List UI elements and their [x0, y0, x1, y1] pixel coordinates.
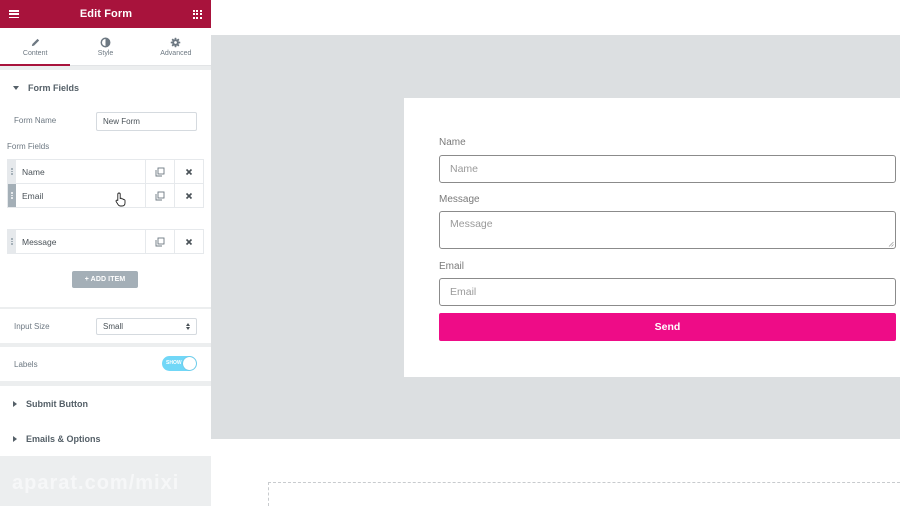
labels-label: Labels	[14, 360, 38, 369]
remove-icon[interactable]	[174, 184, 203, 207]
tab-style-label: Style	[97, 50, 114, 57]
repeater-item[interactable]: Email	[7, 183, 204, 208]
repeater-item[interactable]: Message	[7, 229, 204, 254]
contrast-icon	[100, 36, 111, 48]
caret-right-icon	[13, 435, 17, 442]
editor-panel: Edit Form Content Style Advanced Form Fi…	[0, 0, 211, 506]
tab-advanced-label: Advanced	[160, 50, 192, 57]
tab-advanced[interactable]: Advanced	[141, 28, 211, 65]
remove-icon[interactable]	[174, 160, 203, 183]
section-submit-button-title: Submit Button	[26, 398, 88, 409]
watermark-text: aparat.com/mixi	[12, 472, 180, 494]
labels-toggle-switch[interactable]: SHOW	[162, 356, 197, 371]
section-emails-options-title: Emails & Options	[26, 433, 101, 444]
dropzone-edge	[268, 482, 269, 506]
email-field-label: Email	[439, 261, 465, 272]
tab-style[interactable]: Style	[70, 28, 140, 65]
tab-content[interactable]: Content	[0, 28, 71, 66]
panel-title: Edit Form	[79, 8, 133, 20]
drag-handle-icon[interactable]	[8, 184, 16, 207]
duplicate-icon[interactable]	[145, 230, 174, 253]
name-input[interactable]: Name	[439, 155, 896, 183]
section-form-fields-header[interactable]: Form Fields	[0, 70, 211, 105]
gear-icon	[170, 36, 181, 48]
input-size-select[interactable]: Small	[96, 318, 197, 335]
hand-cursor-icon	[115, 192, 127, 212]
duplicate-icon[interactable]	[145, 160, 174, 183]
add-item-button[interactable]: + ADD ITEM	[72, 271, 138, 288]
form-name-input[interactable]: New Form	[96, 112, 197, 131]
editor-window: Edit Form Content Style Advanced Form Fi…	[0, 0, 900, 506]
widgets-grid-icon[interactable]	[192, 9, 202, 19]
section-submit-button-header[interactable]: Submit Button	[0, 386, 211, 421]
input-size-value: Small	[103, 322, 124, 331]
input-size-label: Input Size	[14, 322, 50, 331]
send-button[interactable]: Send	[439, 313, 896, 341]
email-input[interactable]: Email	[439, 278, 896, 306]
message-textarea[interactable]: Message	[439, 211, 896, 249]
duplicate-icon[interactable]	[145, 184, 174, 207]
pencil-icon	[30, 36, 41, 48]
name-field-label: Name	[439, 137, 466, 148]
toggle-knob	[183, 357, 196, 370]
form-fields-label: Form Fields	[7, 142, 50, 151]
toggle-state-text: SHOW	[166, 360, 182, 366]
repeater-item-title[interactable]: Name	[16, 167, 145, 177]
repeater-item[interactable]: Name	[7, 159, 204, 184]
input-size-control: Input Size Small	[0, 309, 211, 343]
drag-handle-icon[interactable]	[8, 160, 16, 183]
labels-control: Labels SHOW	[0, 347, 211, 381]
caret-down-icon	[13, 85, 19, 90]
drag-handle-icon[interactable]	[8, 230, 16, 253]
hamburger-menu-icon[interactable]	[9, 10, 19, 18]
panel-tabs: Content Style Advanced	[0, 28, 211, 66]
add-section-dropzone[interactable]	[268, 482, 900, 483]
form-name-label: Form Name	[14, 116, 57, 125]
section-emails-options-header[interactable]: Emails & Options	[0, 421, 211, 456]
message-field-label: Message	[439, 194, 480, 205]
caret-right-icon	[13, 400, 17, 407]
resize-grip-icon[interactable]	[888, 241, 894, 247]
message-placeholder: Message	[450, 218, 493, 230]
remove-icon[interactable]	[174, 230, 203, 253]
section-form-fields-title: Form Fields	[28, 82, 80, 93]
repeater-item-title[interactable]: Message	[16, 237, 145, 247]
panel-header: Edit Form	[0, 0, 211, 28]
tab-content-label: Content	[22, 50, 48, 57]
select-arrows-icon	[186, 323, 190, 330]
